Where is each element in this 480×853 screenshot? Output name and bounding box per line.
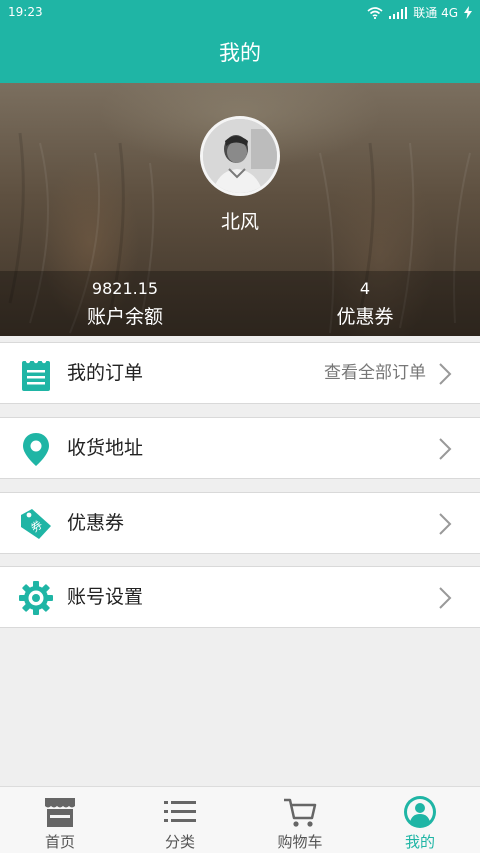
balance-stat[interactable]: 9821.15 账户余额 — [5, 271, 245, 336]
menu-item-coupon[interactable]: 券 优惠券 — [0, 492, 480, 554]
wifi-icon — [367, 6, 383, 19]
nav-label-mine: 我的 — [404, 833, 435, 851]
chevron-right-icon — [439, 513, 452, 535]
coupon-tag-icon: 券 — [21, 509, 51, 539]
location-pin-icon — [23, 433, 49, 466]
bottom-nav: 首页 分类 购物车 我的 — [0, 786, 480, 853]
nav-item-cart[interactable]: 购物车 — [240, 787, 360, 853]
page-title: 我的 — [219, 41, 261, 65]
menu-item-orders[interactable]: 我的订单 查看全部订单 — [0, 342, 480, 404]
balance-label: 账户余额 — [86, 306, 163, 328]
user-icon — [404, 796, 436, 828]
profile-header: 北风 9821.15 账户余额 4 优惠券 — [0, 83, 480, 336]
coupon-count: 4 — [359, 279, 371, 298]
clipboard-icon — [22, 358, 50, 391]
coupon-stat[interactable]: 4 优惠券 — [245, 271, 480, 336]
nav-label-cart: 购物车 — [277, 833, 323, 851]
status-indicators: 联通 4G — [367, 4, 472, 21]
menu-label-coupon: 优惠券 — [67, 512, 125, 534]
status-bar: 19:23 联通 4G — [0, 0, 480, 24]
view-all-orders-link[interactable]: 查看全部订单 — [324, 343, 426, 403]
chevron-right-icon — [439, 587, 452, 609]
nav-item-home[interactable]: 首页 — [0, 787, 120, 853]
title-bar: 我的 — [0, 24, 480, 83]
nav-label-category: 分类 — [164, 833, 195, 851]
balance-value: 9821.15 — [91, 279, 159, 298]
avatar-photo-icon — [203, 119, 277, 193]
coupon-stat-label: 优惠券 — [336, 306, 394, 328]
username: 北风 — [220, 211, 259, 233]
menu-item-address[interactable]: 收货地址 — [0, 417, 480, 479]
avatar[interactable] — [200, 116, 280, 196]
nav-label-home: 首页 — [44, 833, 75, 851]
store-icon — [45, 798, 75, 827]
signal-icon — [389, 6, 408, 19]
nav-item-mine[interactable]: 我的 — [360, 787, 480, 853]
status-time: 19:23 — [8, 5, 43, 19]
menu-label-orders: 我的订单 — [67, 362, 144, 384]
gear-icon — [19, 581, 53, 615]
charging-icon — [464, 6, 472, 19]
stats-strip: 9821.15 账户余额 4 优惠券 — [0, 271, 480, 336]
carrier-label: 联通 4G — [413, 6, 458, 20]
list-icon — [164, 801, 196, 822]
menu-label-settings: 账号设置 — [67, 586, 144, 608]
menu-label-address: 收货地址 — [67, 437, 144, 459]
chevron-right-icon — [439, 363, 452, 385]
menu-item-settings[interactable]: 账号设置 — [0, 566, 480, 628]
nav-item-category[interactable]: 分类 — [120, 787, 240, 853]
cart-icon — [284, 798, 317, 827]
chevron-right-icon — [439, 438, 452, 460]
